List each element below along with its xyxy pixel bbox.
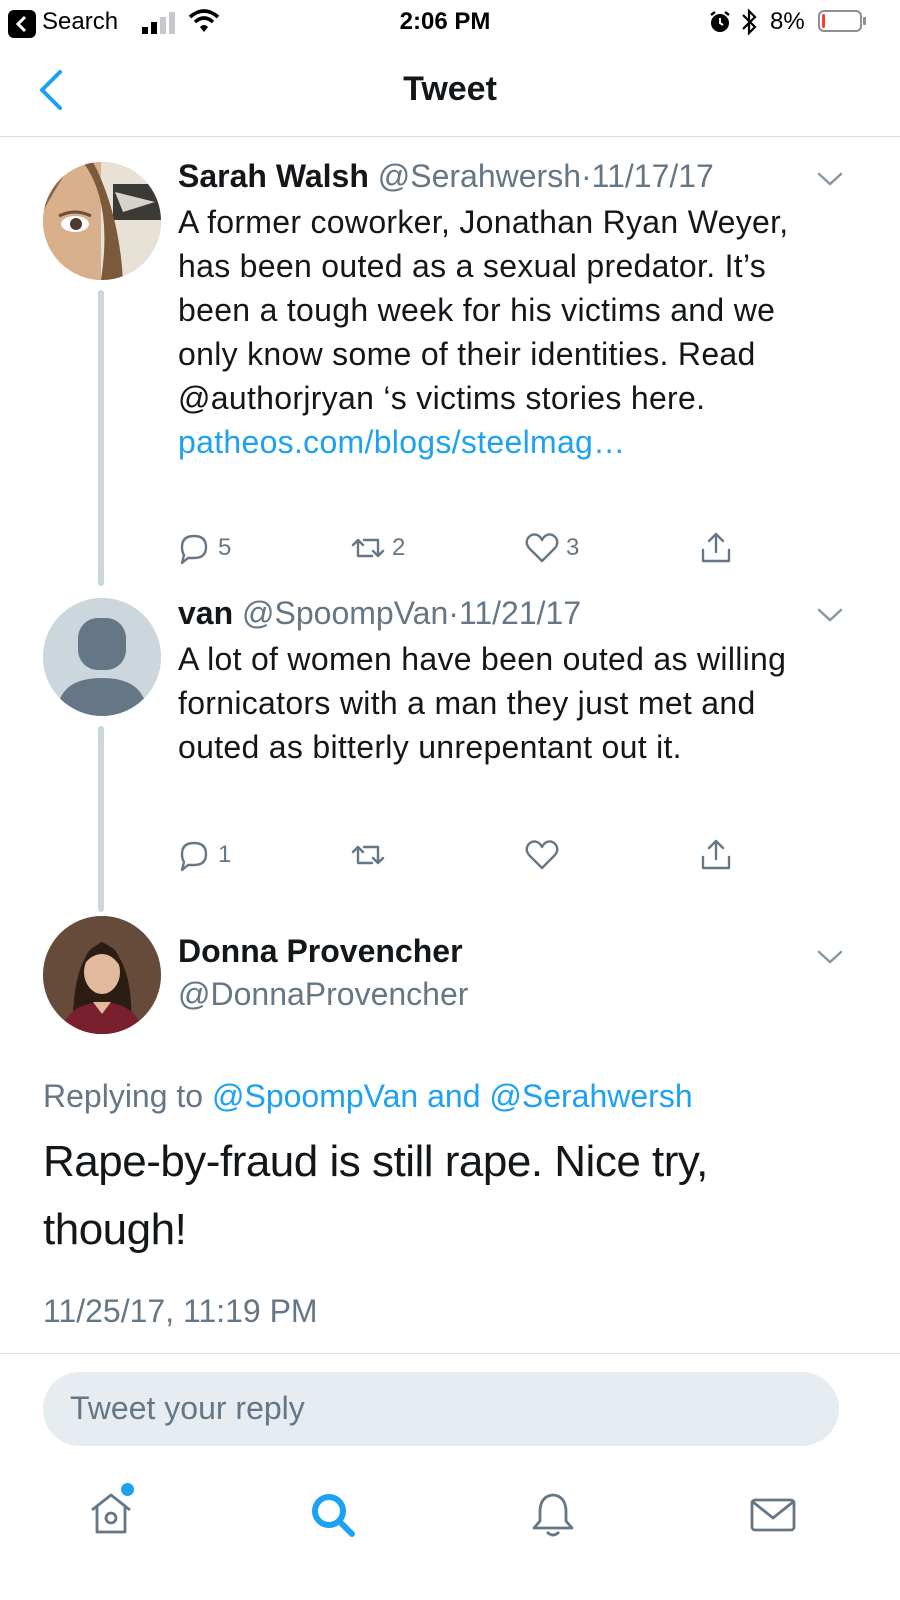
tweet-header: van @SpoompVan·11/21/17 — [178, 595, 581, 632]
nav-divider — [0, 136, 900, 137]
thread-line — [98, 726, 104, 912]
alarm-icon — [710, 11, 730, 32]
share-icon — [701, 532, 731, 563]
avatar-donna-provencher[interactable] — [43, 916, 161, 1034]
reply-icon — [180, 534, 208, 565]
main-tweet-text: Rape-by-fraud is still rape. Nice try, t… — [43, 1137, 708, 1254]
battery-fill — [822, 14, 825, 28]
page-title: Tweet — [403, 70, 497, 108]
author-handle[interactable]: @SpoompVan — [242, 595, 448, 631]
tab-messages[interactable] — [748, 1490, 798, 1545]
reply-count: 1 — [218, 841, 232, 868]
mail-icon — [750, 1498, 796, 1532]
tweet-text: A former coworker, Jonathan Ryan Weyer, … — [178, 200, 818, 464]
search-icon — [312, 1494, 355, 1537]
like-action[interactable] — [524, 835, 566, 875]
tweet-body: A former coworker, Jonathan Ryan Weyer, … — [178, 204, 789, 416]
like-action[interactable]: 3 — [524, 528, 579, 568]
like-count: 3 — [566, 534, 580, 561]
share-icon — [701, 839, 731, 870]
main-tweet-timestamp: 11/25/17, 11:19 PM — [43, 1293, 318, 1329]
status-bar: Search 2:06 PM 8% — [0, 0, 900, 44]
battery-tip — [863, 17, 866, 25]
author-name[interactable]: van — [178, 595, 233, 631]
chevron-down-icon[interactable] — [815, 164, 845, 194]
bell-icon — [532, 1493, 574, 1537]
retweet-count: 2 — [392, 534, 406, 561]
share-action[interactable] — [698, 528, 734, 568]
tweet-header: Sarah Walsh @Serahwersh·11/17/17 — [178, 158, 714, 195]
reply-divider — [0, 1353, 900, 1354]
reply-action[interactable]: 5 — [176, 528, 231, 568]
tab-home[interactable] — [86, 1488, 136, 1543]
tweet-date[interactable]: 11/17/17 — [592, 158, 714, 194]
chevron-down-icon[interactable] — [815, 942, 845, 972]
retweet-action[interactable]: 2 — [350, 528, 405, 568]
main-author-handle[interactable]: @DonnaProvencher — [178, 976, 468, 1013]
bluetooth-icon — [742, 8, 757, 36]
reply-count: 5 — [218, 534, 232, 561]
heart-icon — [525, 840, 559, 870]
retweet-icon — [351, 845, 385, 865]
replying-to: Replying to @SpoompVan and @Serahwersh — [43, 1078, 693, 1115]
chevron-down-icon[interactable] — [815, 600, 845, 630]
tweet-text: A lot of women have been outed as willin… — [178, 641, 787, 765]
separator-dot: · — [448, 595, 459, 631]
heart-icon — [525, 533, 559, 563]
author-name[interactable]: Sarah Walsh — [178, 158, 369, 194]
main-author-name[interactable]: Donna Provencher — [178, 933, 463, 970]
reply-mention-1[interactable]: @SpoompVan — [212, 1078, 418, 1114]
replying-prefix: Replying to — [43, 1078, 204, 1114]
tweet-link[interactable]: patheos.com/blogs/steelmag… — [178, 424, 625, 460]
reply-placeholder: Tweet your reply — [70, 1390, 305, 1426]
tab-search[interactable] — [308, 1490, 358, 1545]
home-badge — [121, 1483, 134, 1496]
reply-mention-2[interactable]: @Serahwersh — [489, 1078, 692, 1114]
separator-dot: · — [581, 158, 592, 194]
retweet-action[interactable] — [350, 835, 392, 875]
author-handle[interactable]: @Serahwersh — [378, 158, 581, 194]
retweet-icon — [351, 538, 385, 558]
reply-and: and — [427, 1078, 481, 1114]
tab-notifications[interactable] — [528, 1490, 578, 1545]
tweet-date[interactable]: 11/21/17 — [459, 595, 581, 631]
avatar-sarah-walsh[interactable] — [43, 162, 161, 280]
reply-icon — [180, 841, 208, 872]
avatar-van[interactable] — [43, 598, 161, 716]
thread-line — [98, 290, 104, 586]
battery-percent: 8% — [770, 8, 805, 35]
reply-action[interactable]: 1 — [176, 835, 231, 875]
share-action[interactable] — [698, 835, 734, 875]
battery-icon — [818, 10, 862, 32]
